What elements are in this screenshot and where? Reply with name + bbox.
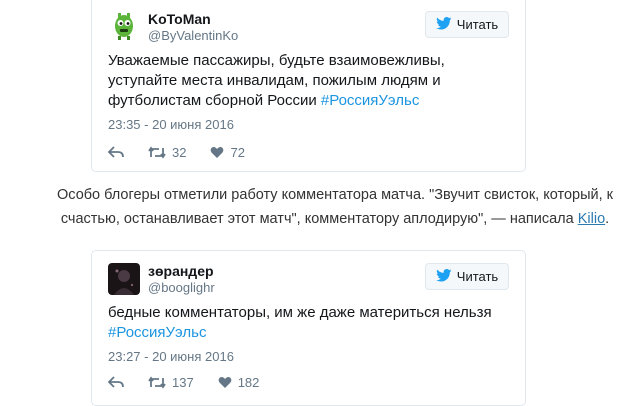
retweet-icon xyxy=(148,376,166,389)
reply-icon xyxy=(108,146,124,159)
tweet-text: Уважаемые пассажиры, будьте взаимовежлив… xyxy=(108,51,509,111)
heart-icon xyxy=(218,376,232,389)
retweet-count: 137 xyxy=(172,375,194,390)
paragraph-text: Особо блогеры отметили работу комментато… xyxy=(57,187,613,227)
green-monster-avatar-icon[interactable] xyxy=(108,9,140,41)
tweet-author: KoToMan @ByValentinKo xyxy=(148,11,238,44)
tweet-text: бедные комментаторы, им же даже материть… xyxy=(108,303,509,343)
article-paragraph: Особо блогеры отметили работу комментато… xyxy=(50,183,620,231)
tweet-author: зөрандер @booglighr xyxy=(148,263,215,296)
retweet-count: 32 xyxy=(172,145,187,160)
reply-button[interactable] xyxy=(108,146,124,159)
follow-button[interactable]: Читать xyxy=(425,263,509,290)
tweet-timestamp[interactable]: 23:27 - 20 июня 2016 xyxy=(108,349,509,365)
tweet-text-body: бедные комментаторы, им же даже материть… xyxy=(108,304,492,321)
heart-icon xyxy=(210,146,224,159)
like-button[interactable]: 72 xyxy=(210,145,245,160)
follow-label: Читать xyxy=(456,269,499,284)
paragraph-period: . xyxy=(605,211,610,227)
retweet-button[interactable]: 32 xyxy=(148,145,186,160)
tweet-header: зөрандер @booglighr Читать xyxy=(108,251,509,297)
follow-button[interactable]: Читать xyxy=(425,11,509,38)
twitter-bird-icon xyxy=(435,16,452,33)
tweet-actions: 137 182 xyxy=(108,375,509,390)
tweet-actions: 32 72 xyxy=(108,145,509,160)
embedded-tweet: зөрандер @booglighr Читать бедные коммен… xyxy=(91,250,526,406)
hashtag-link[interactable]: #РоссияУэльс xyxy=(321,92,419,109)
embedded-tweet: KoToMan @ByValentinKo Читать Уважаемые п… xyxy=(91,0,526,172)
like-count: 182 xyxy=(237,375,260,390)
tweet-timestamp[interactable]: 23:35 - 20 июня 2016 xyxy=(108,117,509,133)
tweet-header: KoToMan @ByValentinKo Читать xyxy=(108,0,509,43)
retweet-button[interactable]: 137 xyxy=(148,375,194,390)
dark-figure-avatar-icon[interactable] xyxy=(108,263,140,295)
like-count: 72 xyxy=(230,145,245,160)
reply-button[interactable] xyxy=(108,376,124,389)
display-name[interactable]: KoToMan xyxy=(148,11,238,28)
hashtag-link[interactable]: #РоссияУэльс xyxy=(108,324,206,341)
display-name[interactable]: зөрандер xyxy=(148,263,215,280)
like-button[interactable]: 182 xyxy=(218,375,260,390)
reply-icon xyxy=(108,376,124,389)
handle[interactable]: @booglighr xyxy=(148,280,215,296)
follow-label: Читать xyxy=(456,17,499,32)
twitter-bird-icon xyxy=(435,268,452,285)
handle[interactable]: @ByValentinKo xyxy=(148,28,238,44)
retweet-icon xyxy=(148,146,166,159)
author-link[interactable]: Kilio xyxy=(578,211,605,227)
